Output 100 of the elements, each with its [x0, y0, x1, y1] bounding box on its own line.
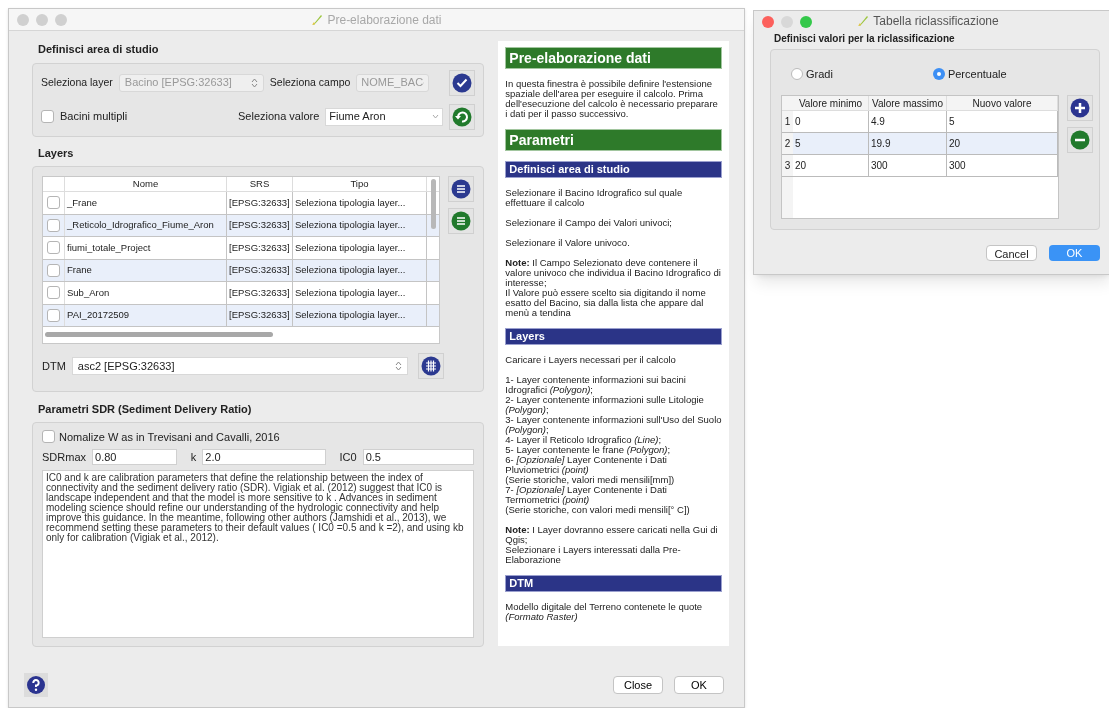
- section-title: Definisci valori per la riclassificazione: [774, 32, 956, 46]
- table-cell[interactable]: 20: [793, 154, 869, 176]
- table-cell: Seleziona tipologia layer...: [293, 192, 427, 214]
- table-cell[interactable]: 5: [793, 132, 869, 154]
- table-cell: _Reticolo_Idrografico_Fiume_Aron: [65, 214, 227, 236]
- help-heading: DTM: [505, 575, 722, 592]
- window-control-icon[interactable]: [17, 14, 29, 26]
- help-heading: Definisci area di studio: [505, 161, 722, 178]
- undo-button[interactable]: [449, 103, 476, 130]
- row-number: 2: [782, 132, 793, 154]
- column-header[interactable]: Valore minimo: [793, 95, 869, 110]
- dialog-button[interactable]: Cancel: [986, 244, 1037, 261]
- column-header[interactable]: Nome: [65, 177, 227, 191]
- table-cell[interactable]: 0: [793, 110, 869, 132]
- column-header[interactable]: SRS: [227, 177, 293, 191]
- help-text: Caricare i Layers necessari per il calcolo: [505, 355, 677, 365]
- column-header[interactable]: Valore massimo: [869, 95, 947, 110]
- table-cell[interactable]: 20: [947, 132, 1058, 154]
- window-control-icon[interactable]: [762, 16, 774, 28]
- input-field[interactable]: 2.0: [202, 449, 326, 466]
- description-text: IC0 and k are calibration parameters that define the relationship between the index of connectivity and the sediment delivery ratio (SDR). Vigiak et al. (2012) suggest that IC0 is landscape independent and that the model is more sensitive to k . Advances in sediment modeling science should refine our understanding of the hydrologic connectivity and help improve this guidance. In the meantime, following other authors (Jamshidi et al., 2013), we recommend setting these parameters to their default values ( IC0 =0.5 and k =2), and using kb only for calibration (Vigiak et al., 2012).: [42, 469, 475, 638]
- table-cell: [EPSG:32633]: [227, 214, 293, 236]
- help-heading: Layers: [505, 328, 722, 345]
- table-cell: Sub_Aron: [65, 282, 227, 304]
- table-cell: Seleziona tipologia layer...: [293, 282, 427, 304]
- field-label: Seleziona valore: [238, 109, 320, 125]
- row-number: 3: [782, 154, 793, 176]
- help-text: Selezionare il Campo dei Valori univoci;: [505, 218, 673, 228]
- row-number: 1: [782, 110, 793, 132]
- table-cell: Frane: [65, 259, 227, 281]
- field-label: DTM: [42, 358, 66, 374]
- window-control-icon[interactable]: [55, 14, 67, 26]
- dtm-select[interactable]: asc2 [EPSG:32633]: [71, 357, 408, 375]
- help-text: Modello digitale del Terreno contenete le quote (Formato Raster): [505, 602, 704, 622]
- section-title: Definisci area di studio: [38, 42, 160, 57]
- table-cell: fiumi_totale_Project: [65, 237, 227, 259]
- pencil-icon: [857, 15, 870, 27]
- table-cell: [EPSG:32633]: [227, 282, 293, 304]
- help-text: Selezionare il Valore univoco.: [505, 238, 631, 248]
- dialog-button[interactable]: OK: [674, 676, 724, 694]
- input-field[interactable]: 0.80: [92, 449, 177, 466]
- table-cell[interactable]: 19.9: [869, 132, 947, 154]
- input-field[interactable]: 0.5: [362, 449, 475, 466]
- remove-button[interactable]: [1067, 126, 1093, 153]
- table-cell[interactable]: 5: [947, 110, 1058, 132]
- checkbox[interactable]: [42, 430, 55, 444]
- checkbox[interactable]: [41, 110, 54, 123]
- radio-button[interactable]: [791, 68, 803, 81]
- checkbox-label: Nomalize W as in Trevisani and Cavalli, 2016: [59, 429, 280, 445]
- checkbox[interactable]: [47, 241, 60, 255]
- radio-label: Percentuale: [947, 67, 1007, 82]
- radio-button[interactable]: [932, 68, 945, 81]
- checkbox-label: Bacini multipli: [60, 109, 128, 125]
- table-cell: [EPSG:32633]: [227, 304, 293, 326]
- help-text: 1- Layer contenente informazioni sui bacini Idrografici (Polygon); 2- Layer contenente informazioni sulle Litologie (Polygon); 3- Layer contenente informazioni sull'Uso del Suolo (Polygon); 4- Layer il Reticolo Idrografico (Line); 5- Layer contenente le frane (Polygon); 6- [Opzionale] Layer Contenente i Dati Pluviometrici (point) (Serie storiche, valori medi mensili[mm]) 7- [Opzionale] Layer Contenente i Dati Termometrici (point) (Serie storiche, con valori medi mensili[° C]): [505, 375, 722, 515]
- scrollbar[interactable]: [45, 332, 273, 337]
- column-header[interactable]: Tipo: [293, 177, 427, 191]
- window-title: Pre-elaborazione dati: [327, 11, 442, 29]
- grid-button[interactable]: [417, 353, 444, 379]
- table-cell: PAI_20172509: [65, 304, 227, 326]
- window-control-icon[interactable]: [36, 14, 48, 26]
- table-cell: _Frane: [65, 192, 227, 214]
- field-label: IC0: [339, 450, 357, 465]
- help-button[interactable]: [24, 673, 48, 697]
- confirm-button[interactable]: [449, 69, 476, 96]
- help-title: Pre-elaborazione dati: [505, 47, 722, 69]
- table-cell[interactable]: 300: [869, 154, 947, 176]
- column-header[interactable]: Nuovo valore: [947, 95, 1058, 110]
- radio-label: Gradi: [806, 67, 833, 82]
- window-control-icon[interactable]: [800, 16, 812, 28]
- table-cell: Seleziona tipologia layer...: [293, 259, 427, 281]
- checkbox[interactable]: [47, 218, 60, 232]
- dialog-button[interactable]: Close: [613, 676, 663, 694]
- scrollbar[interactable]: [431, 179, 436, 229]
- field-label: k: [190, 450, 197, 465]
- help-text: In questa finestra è possibile definire l'estensione spaziale dell'area per eseguire il calcolo. Prima dell'esecuzione del calcolo è necessario preparare i dati per il passo successivo.: [505, 79, 719, 119]
- help-text: Note: Il Campo Selezionato deve contenere il valore univoco che individua il Bacino Idrografico di interesse; Il Valore può essere scelto sia digitando il nome esatto del Bacino, sia dalla lista che appare dal menù a tendina: [505, 258, 722, 318]
- updown-icon: [250, 77, 258, 88]
- checkbox[interactable]: [47, 263, 60, 277]
- checkbox[interactable]: [47, 308, 60, 322]
- value-combo[interactable]: Fiume Aron: [325, 107, 444, 126]
- list-button[interactable]: [448, 208, 474, 234]
- list-button[interactable]: [448, 176, 474, 202]
- checkbox[interactable]: [47, 286, 60, 300]
- add-button[interactable]: [1067, 94, 1093, 121]
- section-title: Parametri SDR (Sediment Delivery Ratio): [38, 402, 253, 417]
- pencil-icon: [311, 13, 324, 26]
- dropdown-icon: [432, 114, 440, 119]
- table-cell[interactable]: 300: [947, 154, 1058, 176]
- table-cell: Seleziona tipologia layer...: [293, 304, 427, 326]
- checkbox[interactable]: [47, 196, 60, 210]
- section-title: Layers: [38, 145, 75, 161]
- table-cell: [EPSG:32633]: [227, 192, 293, 214]
- help-text: Note: I Layer dovranno essere caricati nella Gui di Qgis; Selezionare i Layers interessati dalla Pre-Elaborazione: [505, 525, 719, 565]
- field-label: Seleziona campo: [269, 74, 351, 90]
- help-title: Parametri: [505, 129, 722, 151]
- table-cell[interactable]: 4.9: [869, 110, 947, 132]
- help-text: Selezionare il Bacino Idrografico sul quale effettuare il calcolo: [505, 188, 684, 208]
- updown-icon: [394, 361, 402, 371]
- table-cell: Seleziona tipologia layer...: [293, 237, 427, 259]
